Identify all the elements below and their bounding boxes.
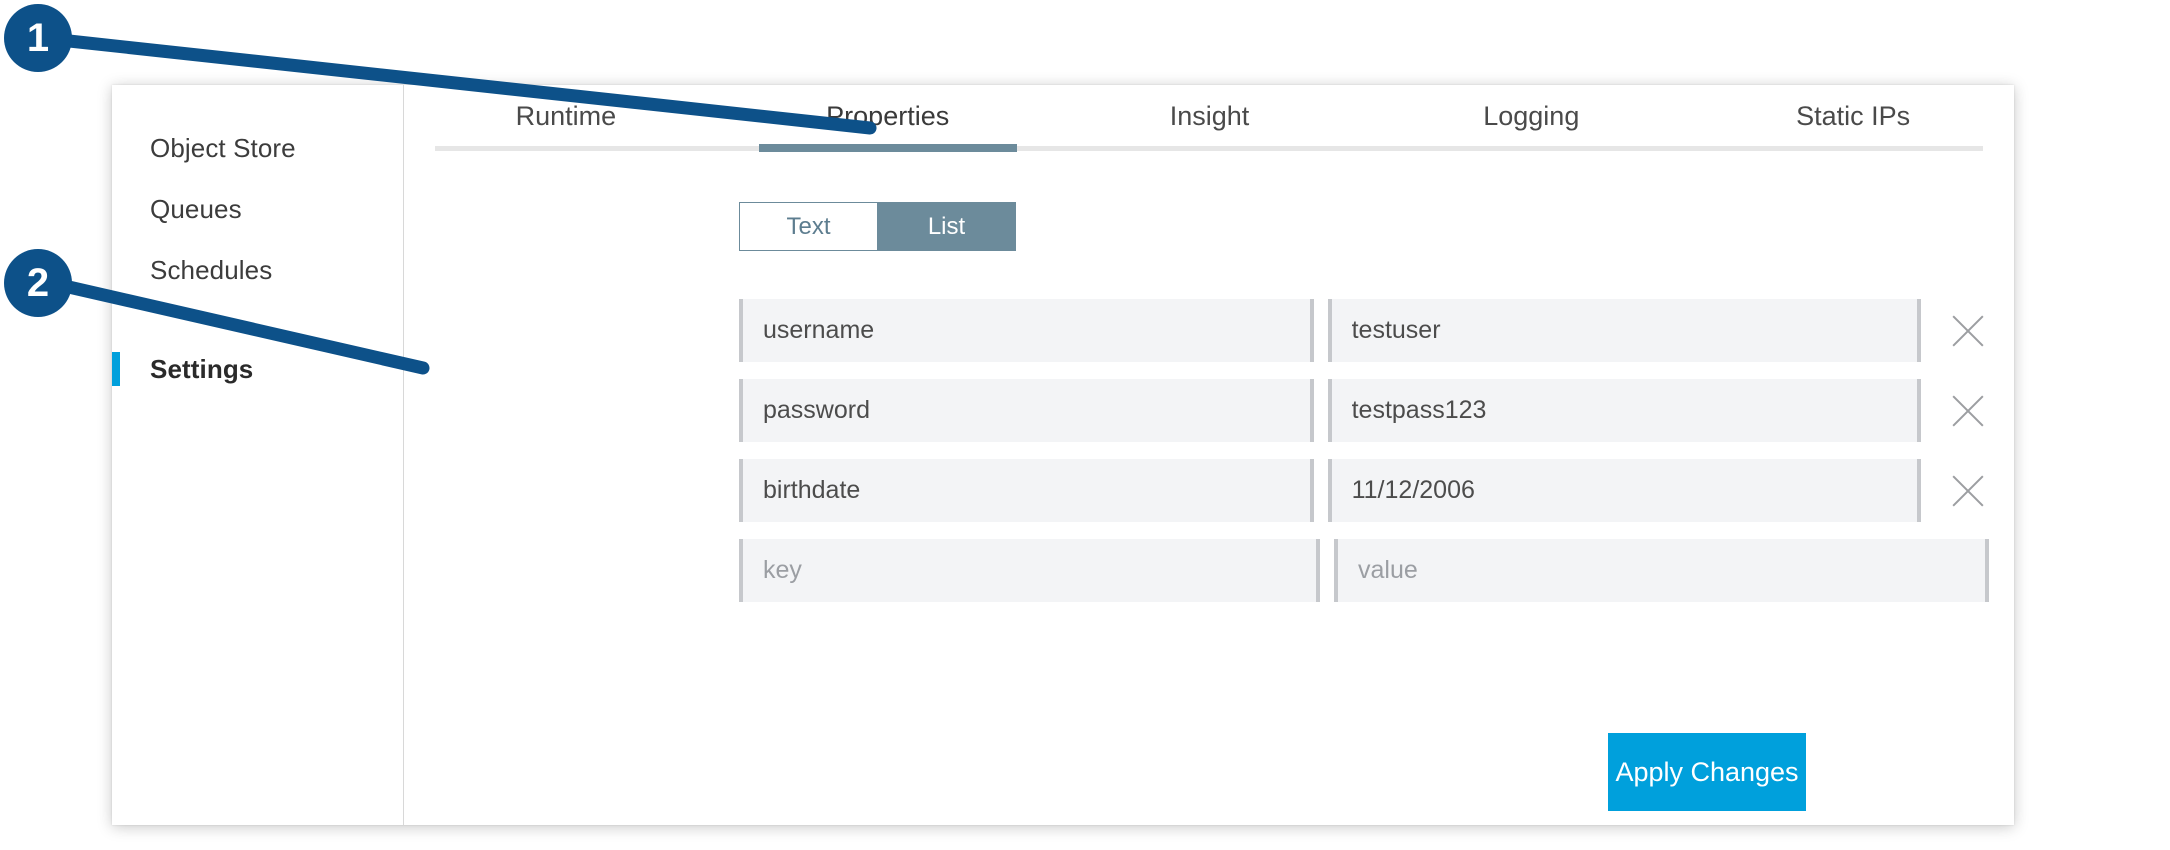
sidebar-item-label: Object Store bbox=[150, 133, 296, 164]
tab-properties[interactable]: Properties bbox=[727, 85, 1049, 147]
mode-toggle-list[interactable]: List bbox=[877, 202, 1016, 251]
table-row bbox=[739, 459, 1989, 522]
tab-logging[interactable]: Logging bbox=[1370, 85, 1692, 147]
sidebar-item-settings[interactable]: Settings bbox=[112, 350, 404, 388]
sidebar-item-label: Settings bbox=[150, 354, 253, 385]
sidebar-item-object-store[interactable]: Object Store bbox=[112, 129, 404, 167]
application-window: Object Store Queues Schedules Settings R… bbox=[112, 85, 2014, 825]
tab-static-ips[interactable]: Static IPs bbox=[1692, 85, 2014, 147]
mode-toggle-text[interactable]: Text bbox=[739, 202, 878, 251]
sidebar-item-label: Queues bbox=[150, 194, 242, 225]
properties-list bbox=[739, 299, 1989, 619]
callout-badge-2: 2 bbox=[4, 249, 72, 317]
sidebar-item-label: Schedules bbox=[150, 255, 272, 286]
close-icon[interactable] bbox=[1947, 310, 1989, 352]
new-property-key-input[interactable] bbox=[739, 539, 1320, 602]
close-icon[interactable] bbox=[1947, 470, 1989, 512]
property-value-input[interactable] bbox=[1328, 299, 1921, 362]
close-icon[interactable] bbox=[1947, 390, 1989, 432]
callout-badge-1: 1 bbox=[4, 4, 72, 72]
apply-changes-button[interactable]: Apply Changes bbox=[1608, 733, 1806, 811]
new-property-value-input[interactable] bbox=[1334, 539, 1989, 602]
main-panel: Runtime Properties Insight Logging Stati… bbox=[405, 85, 2014, 825]
property-key-input[interactable] bbox=[739, 299, 1314, 362]
active-indicator-bar bbox=[112, 352, 120, 386]
table-row-new bbox=[739, 539, 1989, 602]
property-key-input[interactable] bbox=[739, 379, 1314, 442]
tab-bar: Runtime Properties Insight Logging Stati… bbox=[405, 85, 2014, 147]
active-tab-underline bbox=[759, 144, 1017, 152]
tab-runtime[interactable]: Runtime bbox=[405, 85, 727, 147]
property-value-input[interactable] bbox=[1328, 459, 1921, 522]
tab-rail bbox=[435, 146, 1983, 151]
table-row bbox=[739, 379, 1989, 442]
sidebar-item-queues[interactable]: Queues bbox=[112, 190, 404, 228]
table-row bbox=[739, 299, 1989, 362]
view-mode-toggle: Text List bbox=[739, 202, 1016, 251]
sidebar-nav: Object Store Queues Schedules Settings bbox=[112, 85, 404, 825]
property-key-input[interactable] bbox=[739, 459, 1314, 522]
tab-insight[interactable]: Insight bbox=[1049, 85, 1371, 147]
property-value-input[interactable] bbox=[1328, 379, 1921, 442]
sidebar-item-schedules[interactable]: Schedules bbox=[112, 251, 404, 289]
